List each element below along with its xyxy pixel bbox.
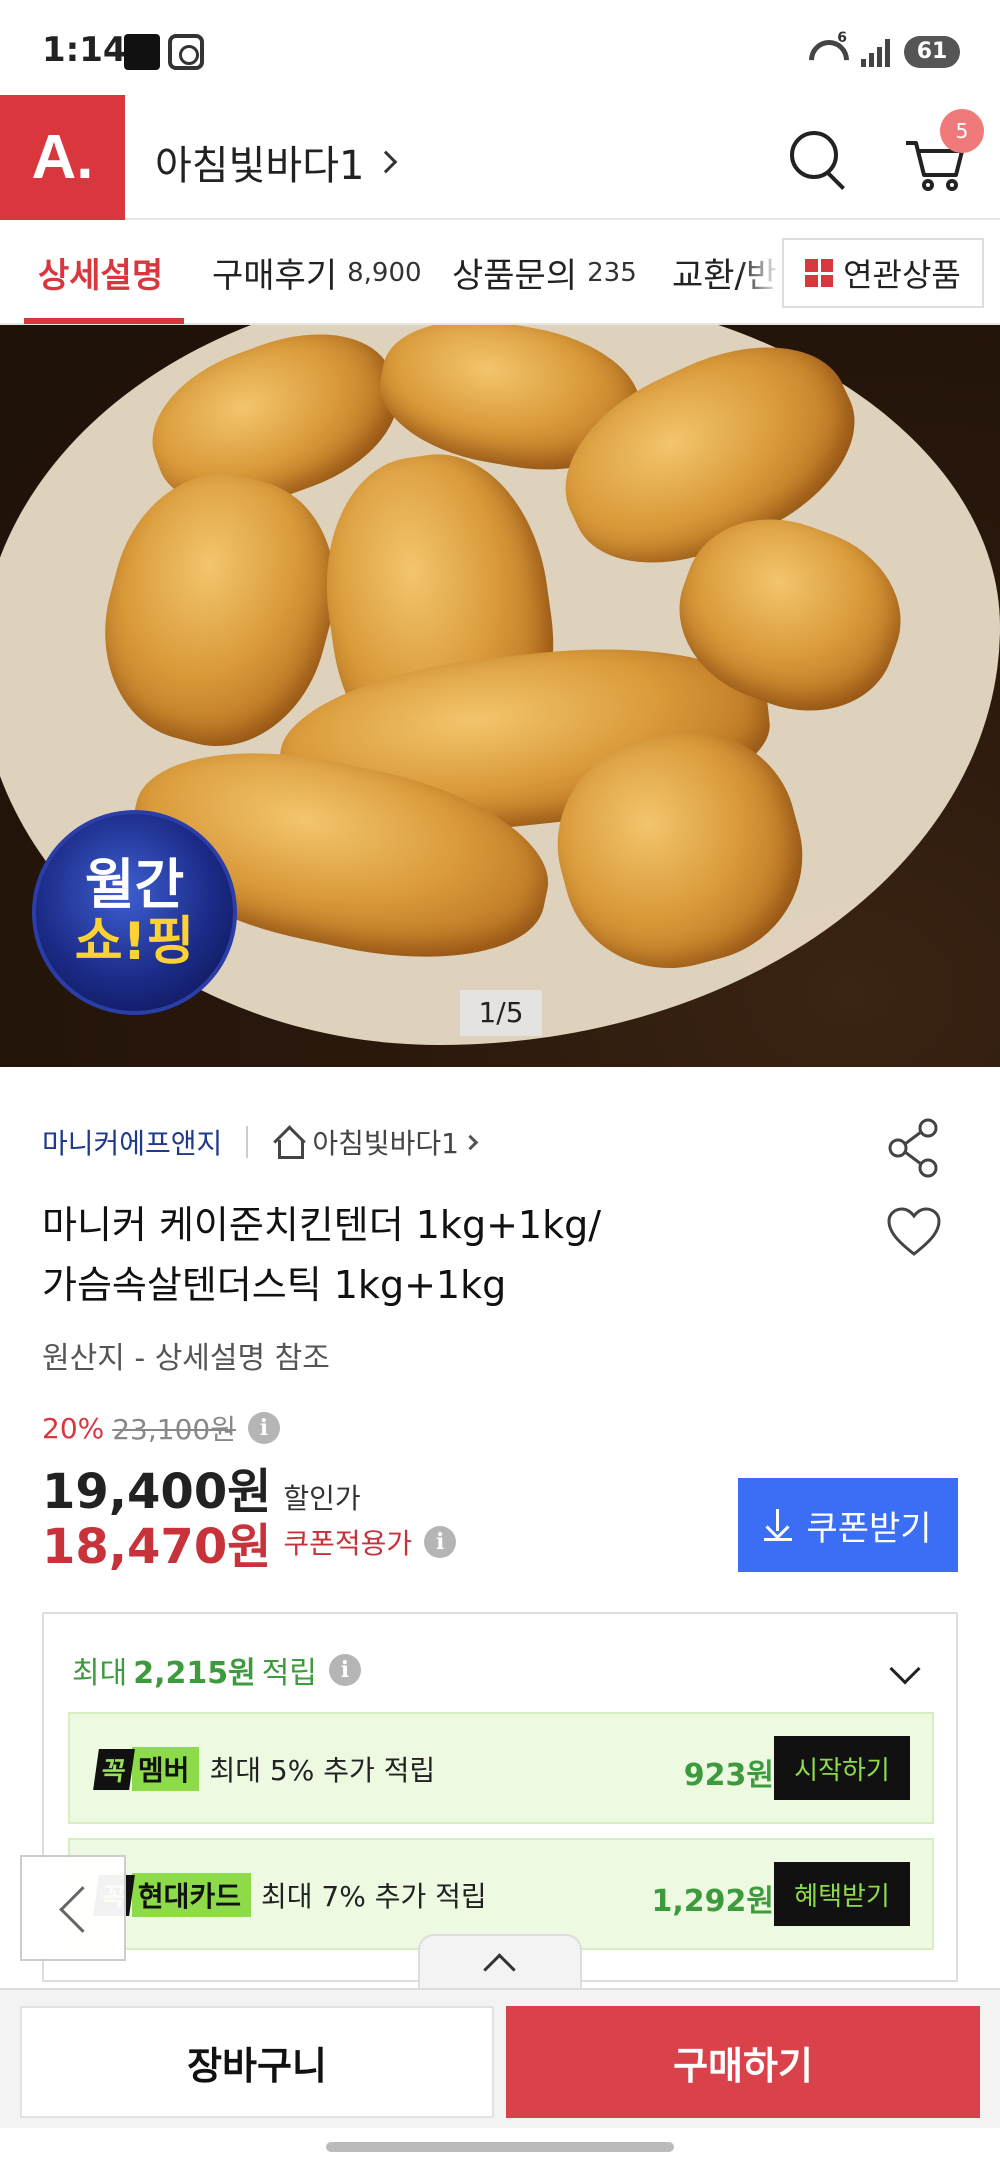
benefit-desc: 최대 5% 추가 적립 — [209, 1754, 436, 1787]
benefit-name: 현대카드 — [131, 1873, 251, 1917]
benefit-label: 꼭 현대카드 최대 7% 추가 적립 — [93, 1873, 487, 1917]
battery-icon: 61 — [904, 36, 960, 68]
sale-price-row: 19,400원 할인가 — [42, 1452, 361, 1520]
tab-reviews[interactable]: 구매후기 8,900 — [212, 220, 422, 325]
image-counter: 1/5 — [460, 990, 542, 1036]
points-panel: 최대 2,215원 적립 i 꼭 멤버 최대 5% 추가 적립 923원 시작하… — [42, 1612, 958, 1982]
buy-now-button[interactable]: 구매하기 — [506, 2006, 980, 2118]
chevron-right-icon — [462, 1134, 479, 1150]
signal-icon — [861, 37, 890, 67]
points-amount: 2,215원 — [133, 1656, 256, 1691]
benefit-amount: 923원 — [683, 1758, 774, 1793]
benefit-desc: 최대 7% 추가 적립 — [260, 1880, 487, 1913]
benefit-name: 멤버 — [131, 1747, 200, 1791]
store-link[interactable]: 아침빛바다1 — [155, 133, 398, 191]
info-icon[interactable]: i — [247, 1412, 280, 1444]
benefit-label: 꼭 멤버 최대 5% 추가 적립 — [93, 1747, 436, 1791]
add-to-cart-button[interactable]: 장바구니 — [20, 2006, 494, 2118]
badge-line2: 쇼!핑 — [74, 911, 195, 972]
tab-count: 8,900 — [347, 257, 422, 288]
coupon-tag: 쿠폰적용가 — [283, 1527, 413, 1560]
status-indicators: 6 61 — [805, 30, 960, 72]
original-price: 23,100원 — [112, 1413, 236, 1446]
benefit-amount: 1,292원 — [651, 1884, 775, 1919]
coupon-price: 18,470원 — [42, 1519, 272, 1575]
sale-tag: 할인가 — [283, 1482, 361, 1515]
active-tab-indicator — [24, 318, 184, 324]
notification-app-icon — [124, 34, 160, 70]
status-time: 1:14 — [42, 30, 127, 70]
monthly-shopping-badge: 월간 쇼!핑 — [32, 810, 237, 1015]
title-line1: 마니커 케이준치킨텐더 1kg+1kg/ — [42, 1203, 602, 1247]
tab-label: 상세설명 — [38, 256, 164, 296]
divider — [246, 1126, 249, 1158]
tab-label: 상품문의 — [452, 256, 578, 296]
points-header[interactable]: 최대 2,215원 적립 i — [72, 1648, 361, 1692]
grid-icon — [805, 259, 834, 287]
coupon-download-button[interactable]: 쿠폰받기 — [738, 1478, 958, 1572]
store-name: 아침빛바다1 — [155, 143, 365, 189]
back-button[interactable] — [20, 1855, 126, 1961]
start-button[interactable]: 시작하기 — [774, 1736, 910, 1800]
info-icon[interactable]: i — [328, 1654, 361, 1686]
tab-label: 구매후기 — [212, 256, 338, 296]
coupon-price-row: 18,470원 쿠폰적용가 i — [42, 1512, 457, 1575]
tab-qna[interactable]: 상품문의 235 — [452, 220, 637, 325]
tab-count: 235 — [587, 257, 637, 288]
brand-link[interactable]: 마니커에프앤지 — [42, 1122, 222, 1162]
wifi-icon: 6 — [805, 30, 847, 68]
home-icon — [272, 1127, 305, 1159]
app-header: A. 아침빛바다1 5 — [0, 95, 1000, 220]
info-icon[interactable]: i — [424, 1526, 457, 1558]
k-mark: 꼭 — [93, 1748, 135, 1790]
status-bar: 1:14 6 61 — [0, 0, 1000, 95]
home-indicator[interactable] — [326, 2142, 674, 2152]
product-title: 마니커 케이준치킨텐더 1kg+1kg/ 가슴속살텐더스틱 1kg+1kg — [42, 1195, 862, 1315]
chevron-right-icon — [375, 150, 398, 174]
tab-description[interactable]: 상세설명 — [38, 220, 163, 325]
related-label: 연관상품 — [843, 256, 961, 294]
points-prefix: 최대 — [72, 1656, 128, 1691]
benefit-button[interactable]: 혜택받기 — [774, 1862, 910, 1926]
origin-info: 원산지 - 상세설명 참조 — [42, 1341, 330, 1376]
wifi-sup: 6 — [837, 30, 847, 46]
tab-bar: 상세설명 구매후기 8,900 상품문의 235 교환/반 연관상품 — [0, 220, 1000, 325]
bottom-action-bar: 장바구니 구매하기 — [0, 1988, 1000, 2128]
chevron-down-icon[interactable] — [889, 1653, 921, 1685]
related-products-button[interactable]: 연관상품 — [782, 238, 984, 308]
store-link-small[interactable]: 아침빛바다1 — [312, 1122, 479, 1162]
title-line2: 가슴속살텐더스틱 1kg+1kg — [42, 1263, 507, 1307]
heart-icon[interactable] — [886, 1206, 942, 1258]
coupon-button-label: 쿠폰받기 — [806, 1508, 932, 1549]
cart-count-badge: 5 — [940, 109, 984, 153]
store-name-small: 아침빛바다1 — [312, 1127, 459, 1160]
share-icon[interactable] — [886, 1118, 942, 1178]
download-icon — [764, 1509, 793, 1541]
points-suffix: 적립 — [261, 1656, 317, 1691]
expand-handle[interactable] — [418, 1934, 582, 1990]
benefit-row-member: 꼭 멤버 최대 5% 추가 적립 923원 시작하기 — [68, 1712, 934, 1824]
search-icon[interactable] — [790, 131, 846, 187]
tab-fade — [740, 220, 780, 323]
home-logo[interactable]: A. — [0, 95, 125, 220]
discount-rate: 20% — [42, 1411, 105, 1445]
discount-row: 20% 23,100원 i — [42, 1408, 280, 1448]
screenshot-icon — [168, 34, 204, 70]
badge-line1: 월간 — [84, 852, 185, 916]
brand-row: 마니커에프앤지 아침빛바다1 — [42, 1120, 479, 1164]
